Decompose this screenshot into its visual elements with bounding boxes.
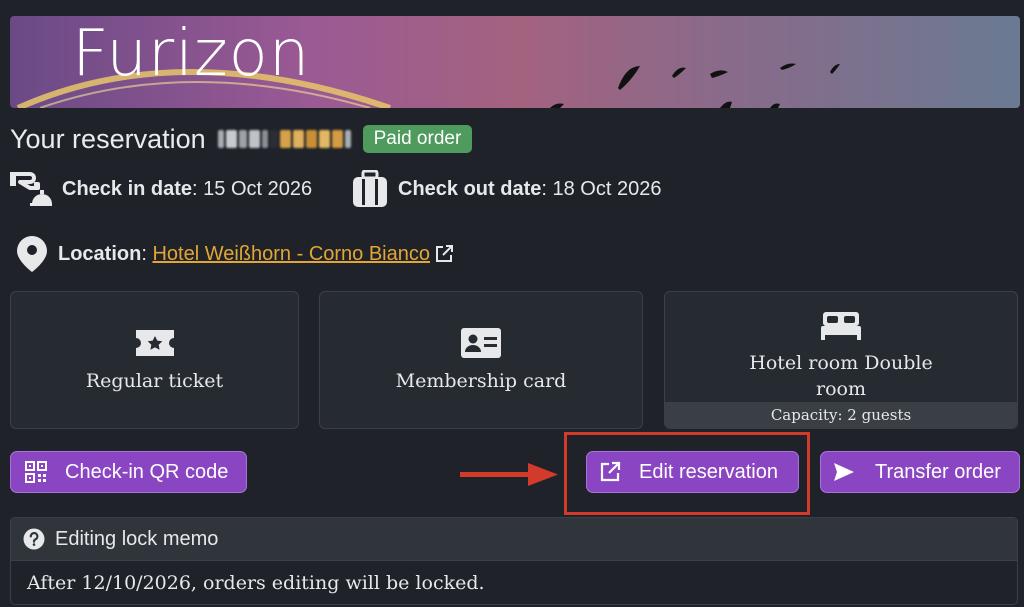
id-card-icon	[461, 328, 501, 358]
edit-reservation-button[interactable]: Edit reservation	[586, 451, 799, 493]
card-label: Hotel room Double room	[749, 352, 933, 400]
hotel-link[interactable]: Hotel Weißhorn - Corno Bianco	[152, 243, 430, 266]
birds-decoration	[550, 63, 840, 108]
pointer-arrow	[460, 463, 558, 486]
checkin-value: : 15 Oct 2026	[192, 177, 313, 200]
brand-logo: Furizon	[72, 17, 311, 91]
memo-title: Editing lock memo	[55, 527, 219, 550]
checkout-info: Check out date : 18 Oct 2026	[352, 170, 661, 208]
transfer-order-button[interactable]: Transfer order	[820, 451, 1020, 493]
external-link-icon	[599, 461, 621, 483]
qr-code-icon	[25, 461, 47, 483]
card-label: Membership card	[395, 370, 567, 392]
hotel-room-card[interactable]: Hotel room Double room Capacity: 2 guest…	[664, 291, 1018, 429]
qr-button-label: Check-in QR code	[65, 460, 229, 483]
edit-button-label: Edit reservation	[639, 460, 778, 483]
memo-text: After 12/10/2026, orders editing will be…	[27, 572, 485, 594]
editing-lock-memo: Editing lock memo After 12/10/2026, orde…	[10, 517, 1018, 605]
regular-ticket-card[interactable]: Regular ticket	[10, 291, 299, 429]
bell-hand-icon	[10, 170, 52, 208]
question-circle-icon	[23, 528, 45, 550]
card-label: Regular ticket	[85, 370, 224, 392]
suitcase-icon	[352, 170, 388, 208]
header-banner: Furizon	[10, 16, 1020, 108]
bed-icon	[821, 312, 861, 340]
checkin-info: Check in date : 15 Oct 2026	[10, 170, 312, 208]
capacity-caption: Capacity: 2 guests	[665, 402, 1017, 428]
external-link-icon[interactable]	[434, 244, 454, 264]
page-title: Your reservation	[10, 123, 206, 154]
memo-header[interactable]: Editing lock memo	[11, 518, 1017, 561]
status-badge: Paid order	[362, 125, 473, 153]
reservation-header: Your reservation Paid order	[10, 121, 473, 157]
location-info: Location : Hotel Weißhorn - Corno Bianco	[16, 234, 454, 274]
location-separator: :	[141, 242, 153, 265]
checkin-qr-button[interactable]: Check-in QR code	[10, 451, 247, 493]
redacted-reservation-code	[217, 130, 351, 148]
send-icon	[833, 462, 855, 482]
checkout-value: : 18 Oct 2026	[541, 177, 662, 200]
membership-card[interactable]: Membership card	[319, 291, 643, 429]
checkout-label: Check out date	[398, 177, 542, 200]
location-label: Location	[58, 242, 142, 265]
ticket-icon	[135, 328, 174, 358]
location-pin-icon	[16, 235, 48, 273]
checkin-label: Check in date	[62, 177, 193, 200]
transfer-button-label: Transfer order	[875, 460, 1001, 483]
